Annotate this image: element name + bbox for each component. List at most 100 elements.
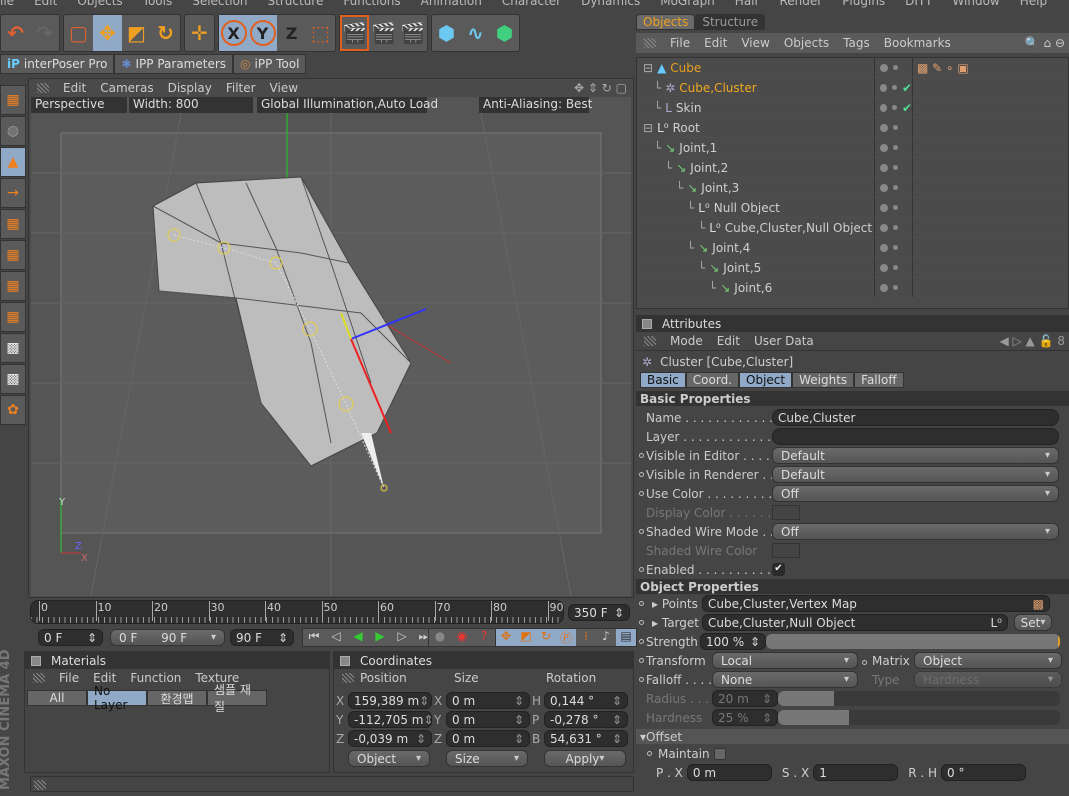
position-field[interactable]: -112,705 m⇕ bbox=[348, 711, 432, 728]
stepper-icon[interactable]: ⇕ bbox=[612, 713, 622, 727]
editor-visibility-dot[interactable] bbox=[880, 143, 888, 152]
editor-visibility-dot[interactable] bbox=[880, 123, 888, 132]
timeline-ruler[interactable]: 0 10 20 30 40 50 60 70 80 90 bbox=[30, 600, 564, 624]
tab-objects[interactable]: Objects bbox=[636, 14, 696, 30]
set-button[interactable]: Set bbox=[1014, 614, 1052, 631]
object-tree-row[interactable]: └ L⁰ Null Object bbox=[637, 198, 1068, 218]
animate-dot[interactable] bbox=[639, 639, 644, 644]
key-settings-icon[interactable]: ▤ bbox=[616, 629, 636, 646]
menu-render[interactable]: Render bbox=[779, 0, 822, 8]
property-field[interactable] bbox=[772, 428, 1059, 445]
stepper-icon[interactable]: ⇕ bbox=[423, 713, 431, 727]
offset-field[interactable]: 1 bbox=[813, 764, 899, 781]
tree-branch-icon[interactable]: └ bbox=[687, 241, 694, 255]
stepper-icon[interactable]: ⇕ bbox=[416, 732, 426, 746]
uv-mode-icon[interactable]: ▦ bbox=[0, 302, 26, 332]
animate-dot[interactable] bbox=[639, 491, 644, 496]
editor-visibility-dot[interactable] bbox=[880, 283, 888, 292]
viewport-menu-view[interactable]: View bbox=[270, 81, 298, 95]
tree-branch-icon[interactable]: └ bbox=[654, 81, 661, 95]
position-field[interactable]: 159,389 m ⇕ bbox=[348, 692, 432, 709]
menu-ile[interactable]: ile bbox=[0, 0, 14, 8]
stepper-icon[interactable]: ⇕ bbox=[514, 732, 524, 746]
render-visibility-dot[interactable] bbox=[893, 125, 898, 130]
visibility-cell[interactable] bbox=[875, 138, 913, 157]
tree-branch-icon[interactable]: └ bbox=[698, 221, 705, 235]
offset-field[interactable]: 0 ° bbox=[941, 764, 1026, 781]
material-tab[interactable]: 환경맵 bbox=[147, 690, 207, 706]
live-selection-icon[interactable]: ▢ bbox=[64, 15, 93, 51]
property-dropdown[interactable]: Default bbox=[772, 466, 1059, 483]
tree-branch-icon[interactable]: └ bbox=[676, 181, 683, 195]
navigation-lock-icons[interactable]: ◀ ▷ ▲ 🔓 8 bbox=[999, 334, 1069, 348]
animate-dot[interactable] bbox=[639, 658, 644, 663]
editor-visibility-dot[interactable] bbox=[880, 203, 888, 212]
menu-window[interactable]: Window bbox=[952, 0, 999, 8]
strength-field[interactable]: 100 % ⇕ bbox=[700, 633, 766, 650]
object-tree-row[interactable]: └ ↘ Joint,1 bbox=[637, 138, 1068, 158]
materials-menu-file[interactable]: File bbox=[59, 671, 79, 685]
editor-visibility-dot[interactable] bbox=[880, 243, 888, 252]
model-mode-icon[interactable]: ▲ bbox=[0, 147, 26, 177]
polygons-mode-icon[interactable]: ▦ bbox=[0, 271, 26, 301]
editor-visibility-dot[interactable] bbox=[880, 163, 888, 172]
tab-structure[interactable]: Structure bbox=[695, 14, 766, 30]
viewport-menu-edit[interactable]: Edit bbox=[63, 81, 86, 95]
key-parameter-icon[interactable]: Ⓟ bbox=[556, 629, 576, 646]
attributes-menu-mode[interactable]: Mode bbox=[670, 334, 703, 348]
editor-visibility-dot[interactable] bbox=[880, 63, 888, 72]
key-sound-icon[interactable]: ♪ bbox=[596, 629, 616, 646]
stepper-icon[interactable]: ⇕ bbox=[419, 694, 429, 708]
texture-mode-icon[interactable]: ◍ bbox=[0, 116, 26, 146]
property-field[interactable]: Cube,Cluster bbox=[772, 409, 1059, 426]
stepper-icon[interactable]: ⇕ bbox=[514, 713, 524, 727]
size-field[interactable]: 0 m ⇕ bbox=[446, 730, 530, 747]
materials-menu-edit[interactable]: Edit bbox=[93, 671, 116, 685]
tree-branch-icon[interactable]: └ bbox=[654, 141, 661, 155]
animate-dot[interactable] bbox=[862, 659, 867, 665]
object-tree-row[interactable]: └ ᒪ Skin ✔ bbox=[637, 98, 1068, 118]
enabled-check-icon[interactable]: ✔ bbox=[902, 81, 912, 95]
tree-branch-icon[interactable]: └ bbox=[698, 261, 705, 275]
render-visibility-dot[interactable] bbox=[893, 205, 898, 210]
objects-menu-view[interactable]: View bbox=[741, 36, 769, 50]
tree-branch-icon[interactable]: ⊟ bbox=[643, 121, 653, 135]
objects-menu-objects[interactable]: Objects bbox=[784, 36, 829, 50]
stepper-icon[interactable]: ⇕ bbox=[612, 732, 622, 746]
object-tree-row[interactable]: └ ↘ Joint,3 bbox=[637, 178, 1068, 198]
position-field[interactable]: -0,039 m ⇕ bbox=[348, 730, 432, 747]
visibility-cell[interactable] bbox=[875, 198, 913, 217]
offset-field[interactable]: 0 m bbox=[686, 764, 772, 781]
animate-dot[interactable] bbox=[639, 453, 644, 458]
key-point-icon[interactable]: ⁞ bbox=[576, 629, 596, 646]
render-visibility-dot[interactable] bbox=[892, 105, 897, 110]
render-visibility-dot[interactable] bbox=[893, 285, 898, 290]
spline-icon[interactable]: ∿ bbox=[461, 15, 490, 51]
viewport-menu-cameras[interactable]: Cameras bbox=[100, 81, 153, 95]
attribute-tab-basic[interactable]: Basic bbox=[640, 372, 686, 388]
world-axis-icon[interactable]: ✛ bbox=[185, 15, 214, 51]
redo-icon[interactable]: ↷ bbox=[30, 15, 59, 51]
tree-branch-icon[interactable]: └ bbox=[709, 281, 716, 295]
objects-menu-bookmarks[interactable]: Bookmarks bbox=[884, 36, 951, 50]
record-icon[interactable]: ◉ bbox=[451, 629, 473, 646]
tree-branch-icon[interactable]: ⊟ bbox=[643, 61, 653, 75]
edges-mode-icon[interactable]: ▦ bbox=[0, 240, 26, 270]
rotate-icon[interactable]: ↻ bbox=[151, 15, 180, 51]
object-tree-row[interactable]: └ ↘ Joint,2 bbox=[637, 158, 1068, 178]
end-range-field[interactable]: 90 F ⇕ bbox=[230, 629, 294, 646]
step-forward-icon[interactable]: ▷ bbox=[391, 629, 413, 646]
render-visibility-dot[interactable] bbox=[893, 245, 898, 250]
object-axis-icon[interactable]: → bbox=[0, 178, 26, 208]
editor-visibility-dot[interactable] bbox=[880, 183, 888, 192]
render-view-icon[interactable]: 🎬 bbox=[340, 15, 369, 51]
visibility-cell[interactable]: ✔ bbox=[875, 78, 913, 97]
property-dropdown[interactable]: Off bbox=[772, 523, 1059, 540]
visibility-cell[interactable] bbox=[875, 58, 913, 77]
menu-hair[interactable]: Hair bbox=[735, 0, 760, 8]
material-tab[interactable]: 샘플 재질 bbox=[207, 683, 267, 714]
checker-icon[interactable]: ▩ bbox=[0, 333, 26, 363]
end-frame-field[interactable]: 350 F ⇕ bbox=[568, 604, 630, 621]
tree-branch-icon[interactable]: └ bbox=[665, 161, 672, 175]
target-link-field[interactable]: Cube,Cluster,Null Object L⁰ bbox=[702, 614, 1008, 631]
